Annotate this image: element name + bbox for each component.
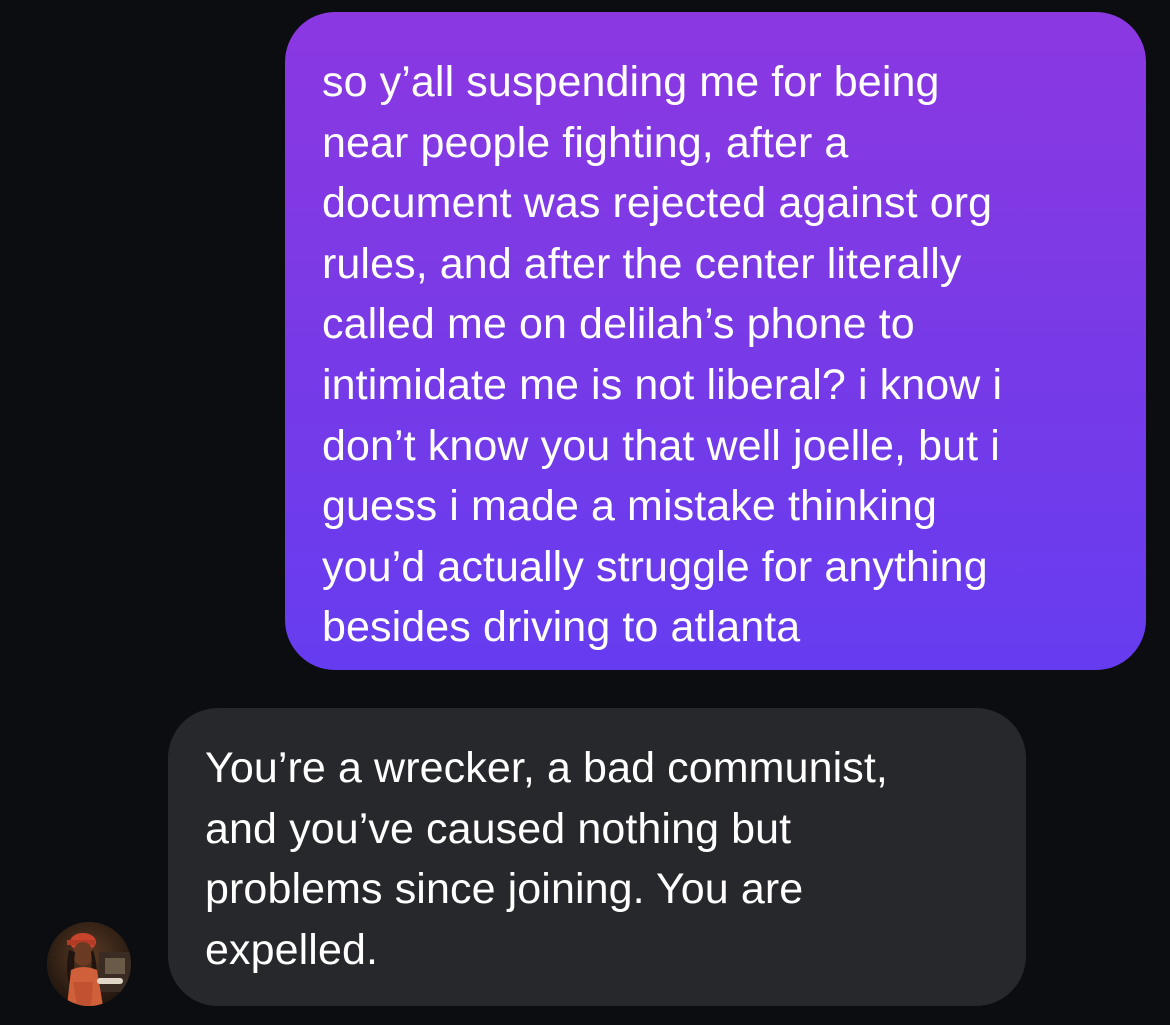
incoming-message-text: You’re a wrecker, a bad communist, and y… bbox=[205, 744, 888, 974]
incoming-message-bubble[interactable]: You’re a wrecker, a bad communist, and y… bbox=[168, 708, 1026, 1006]
contact-avatar-icon[interactable] bbox=[47, 922, 131, 1006]
outgoing-message-text: so y’all suspending me for being near pe… bbox=[322, 58, 1003, 652]
avatar-photo-icon bbox=[47, 922, 131, 1006]
outgoing-message-bubble[interactable]: so y’all suspending me for being near pe… bbox=[285, 12, 1146, 670]
message-thread: so y’all suspending me for being near pe… bbox=[0, 0, 1170, 1025]
